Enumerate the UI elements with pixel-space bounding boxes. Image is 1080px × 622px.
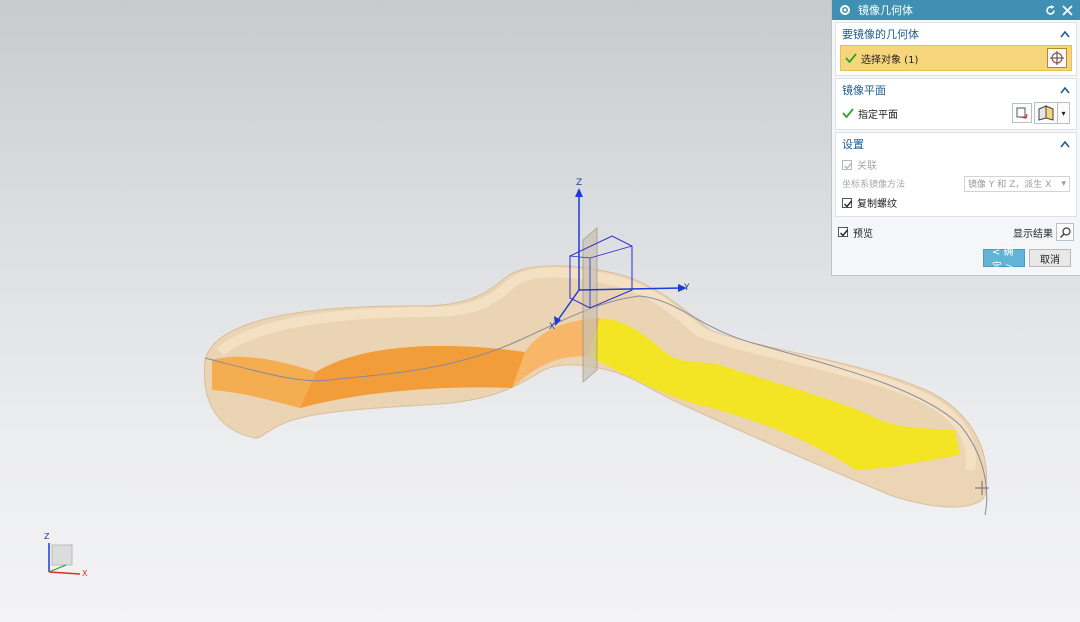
show-result-button[interactable] [1056, 223, 1074, 241]
chevron-down-icon: ▾ [1061, 178, 1066, 189]
preview-checkbox[interactable] [838, 227, 849, 237]
preview-row: 预览 显示结果 [832, 219, 1080, 245]
dialog-title: 镜像几何体 [858, 4, 913, 17]
specify-plane-label: 指定平面 [858, 109, 898, 121]
csys-method-row: 坐标系镜像方法 镜像 Y 和 Z，派生 X ▾ [836, 174, 1076, 193]
select-object-row[interactable]: 选择对象 (1) [840, 45, 1072, 71]
associative-checkbox [842, 159, 853, 170]
wcs-y-label: Y [684, 283, 690, 293]
csys-method-label: 坐标系镜像方法 [842, 180, 906, 190]
copy-threads-row[interactable]: 复制螺纹 [836, 193, 1076, 212]
copy-threads-label: 复制螺纹 [857, 199, 897, 210]
magnifier-icon [1059, 226, 1071, 238]
csys-method-value: 镜像 Y 和 Z，派生 X [968, 180, 1052, 190]
specify-plane-row[interactable]: 指定平面 ▾ [836, 101, 1076, 125]
associative-row: 关联 [836, 155, 1076, 174]
preview-label: 预览 [853, 228, 873, 240]
view-triad [48, 543, 81, 575]
wcs-x-label: X [549, 322, 556, 332]
ok-button[interactable]: < 确定 > [983, 247, 1025, 273]
reverse-plane-button[interactable] [1012, 103, 1032, 123]
csys-method-select: 镜像 Y 和 Z，派生 X ▾ [964, 175, 1070, 192]
dialog-title-bar[interactable]: 镜像几何体 [832, 0, 1080, 20]
plane-reverse-icon [1016, 107, 1028, 119]
collapse-caret-icon[interactable] [1060, 140, 1070, 148]
check-icon [845, 53, 857, 63]
check-icon [842, 108, 854, 118]
section-geometry-header[interactable]: 要镜像的几何体 [836, 23, 1076, 45]
select-object-label: 选择对象 (1) [861, 54, 919, 66]
close-icon[interactable] [1061, 4, 1074, 17]
mirror-geometry-dialog: 镜像几何体 要镜像的几何体 选择对象 (1) 镜像平面 指定平面 ▾ 设置 关联… [831, 0, 1080, 276]
section-plane: 镜像平面 指定平面 ▾ [835, 78, 1077, 130]
section-geometry: 要镜像的几何体 选择对象 (1) [835, 22, 1077, 76]
datum-plane-icon [1038, 105, 1054, 121]
associative-label: 关联 [857, 161, 877, 172]
gear-icon[interactable] [838, 3, 852, 17]
show-result-label: 显示结果 [1013, 228, 1053, 240]
triad-z-label: Z [44, 532, 50, 541]
plane-dialog-button[interactable] [1034, 102, 1058, 124]
section-plane-title: 镜像平面 [842, 84, 886, 97]
wcs-z-label: Z [576, 178, 583, 188]
collapse-caret-icon[interactable] [1060, 86, 1070, 94]
triad-x-label: X [82, 569, 88, 578]
section-settings-title: 设置 [842, 138, 864, 151]
collapse-caret-icon[interactable] [1060, 30, 1070, 38]
crosshair-icon [1050, 51, 1064, 65]
section-settings-header[interactable]: 设置 [836, 133, 1076, 155]
cancel-button[interactable]: 取消 [1029, 249, 1071, 267]
dialog-buttons: < 确定 > 取消 [983, 247, 1071, 273]
copy-threads-checkbox[interactable] [842, 197, 853, 208]
plane-method-dropdown[interactable]: ▾ [1058, 102, 1070, 124]
section-geometry-title: 要镜像的几何体 [842, 28, 919, 41]
section-plane-header[interactable]: 镜像平面 [836, 79, 1076, 101]
select-object-button[interactable] [1047, 48, 1067, 68]
reset-icon[interactable] [1044, 4, 1057, 17]
section-settings: 设置 关联 坐标系镜像方法 镜像 Y 和 Z，派生 X ▾ 复制螺纹 [835, 132, 1077, 217]
